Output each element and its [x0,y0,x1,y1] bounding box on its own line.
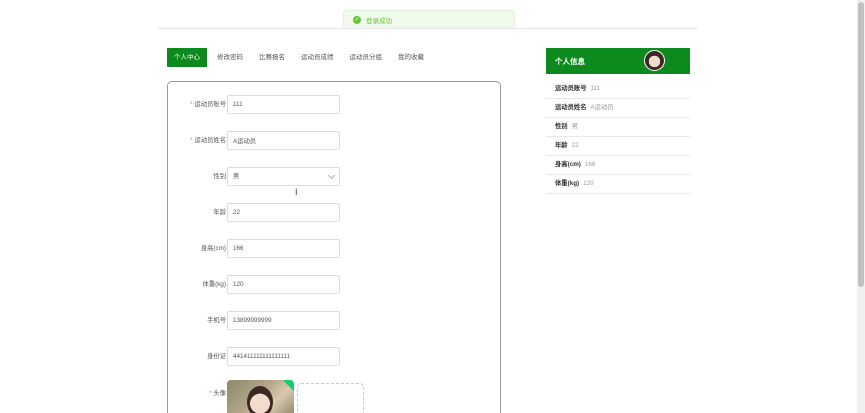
height-input[interactable] [227,239,340,258]
info-key: 运动员姓名 [555,104,587,111]
profile-form: *运动员账号 *运动员姓名 性别 男 年龄 身高(cm) 体重(kg) 手机 [167,81,501,413]
gender-select[interactable]: 男 [227,167,340,186]
tab-athlete-scores[interactable]: 运动员成绩 [295,48,340,67]
name-input[interactable] [227,131,340,150]
form-row-phone: 手机号 [168,311,502,330]
idcard-label: 身份证 [207,353,226,360]
info-value: 166 [584,161,596,168]
avatar-label-text: 头像 [213,390,226,397]
form-row-age: 年龄 [168,203,502,222]
age-input[interactable] [227,203,340,222]
tab-athlete-groups[interactable]: 运动员分组 [344,48,389,67]
tab-bar: 个人中心 修改密码 比赛报名 运动员成绩 运动员分组 我的收藏 [167,48,434,67]
panel-title: 个人信息 [555,56,585,66]
tab-change-password[interactable]: 修改密码 [211,48,249,67]
info-value: 120 [583,180,594,187]
header-divider [157,28,698,29]
avatar-upload-button[interactable]: + [297,383,364,413]
info-item-account: 运动员账号 111 [546,80,690,99]
text-cursor-icon: I [295,187,298,197]
account-input[interactable] [227,95,340,114]
age-label: 年龄 [213,209,226,216]
weight-input[interactable] [227,275,340,294]
name-label: * 运动员姓名 [190,131,226,150]
form-row-idcard: 身份证 [168,347,502,366]
phone-input[interactable] [227,311,340,330]
chevron-down-icon [327,171,336,179]
check-circle-icon: ✓ [353,15,361,24]
info-value: 22 [571,142,579,149]
toast-message: 登录成功 [366,17,392,25]
tab-competition-signup[interactable]: 比赛报名 [253,48,291,67]
required-mark: * [190,137,193,144]
page: ✓ 登录成功 个人中心 修改密码 比赛报名 运动员成绩 运动员分组 我的收藏 *… [0,0,865,413]
form-row-height: 身高(cm) [168,239,502,258]
info-key: 运动员账号 [555,85,587,92]
account-label: * 运动员账号 [190,95,226,114]
login-success-toast: ✓ 登录成功 [343,10,515,29]
avatar-label: * 头像 [209,384,226,403]
tab-personal-center[interactable]: 个人中心 [167,48,207,67]
required-mark: * [190,101,193,108]
info-item-weight: 体重(kg) 120 [546,175,690,194]
avatar-face [247,386,273,413]
scrollbar-thumb[interactable] [858,2,864,287]
phone-label: 手机号 [207,317,226,324]
info-value: A运动员 [590,104,614,111]
personal-info-list: 运动员账号 111 运动员姓名 A运动员 性别男 年龄 22 身高(cm) 166 体重… [546,80,690,194]
info-value: 111 [590,85,601,92]
page-scrollbar[interactable] [857,0,865,413]
info-key: 年龄 [555,142,568,149]
info-item-gender: 性别男 [546,118,690,137]
personal-info-header: 个人信息 [546,48,690,74]
form-row-account: * 运动员账号 [168,95,502,114]
idcard-input[interactable] [227,347,340,366]
avatar [644,50,665,71]
avatar-preview-image[interactable] [227,380,294,413]
form-row-name: * 运动员姓名 [168,131,502,150]
gender-label: 性别 [213,173,226,180]
required-mark: * [208,390,212,397]
info-value: 男 [571,123,578,130]
name-label-text: 运动员姓名 [194,137,226,144]
tab-my-favorites[interactable]: 我的收藏 [392,48,430,67]
info-item-height: 身高(cm) 166 [546,156,690,175]
account-label-text: 运动员账号 [194,101,226,108]
info-key: 体重(kg) [555,180,580,187]
info-key: 性别 [555,123,568,130]
upload-success-badge [282,380,294,392]
form-row-weight: 体重(kg) [168,275,502,294]
info-item-name: 运动员姓名 A运动员 [546,99,690,118]
height-label: 身高(cm) [200,245,226,252]
form-row-gender: 性别 男 [168,167,502,186]
info-key: 身高(cm) [555,161,581,168]
weight-label: 体重(kg) [202,281,226,288]
gender-value: 男 [233,173,240,180]
info-item-age: 年龄 22 [546,137,690,156]
